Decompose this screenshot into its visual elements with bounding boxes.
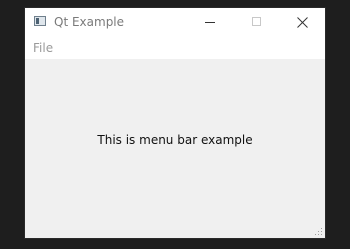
central-widget: This is menu bar example [25, 59, 325, 238]
central-label: This is menu bar example [97, 133, 253, 147]
size-grip-icon[interactable] [313, 226, 323, 236]
menu-file[interactable]: File [30, 40, 56, 56]
title-bar[interactable]: Qt Example [25, 8, 325, 38]
main-window: Qt Example File This is menu bar example [25, 8, 325, 238]
app-icon[interactable] [34, 16, 46, 26]
minimize-icon [205, 22, 215, 23]
minimize-button[interactable] [187, 8, 233, 38]
maximize-icon [252, 17, 261, 26]
maximize-button[interactable] [233, 8, 279, 38]
close-icon [297, 17, 308, 28]
menu-bar: File [25, 38, 325, 59]
window-title: Qt Example [54, 15, 125, 29]
close-button[interactable] [279, 8, 325, 38]
